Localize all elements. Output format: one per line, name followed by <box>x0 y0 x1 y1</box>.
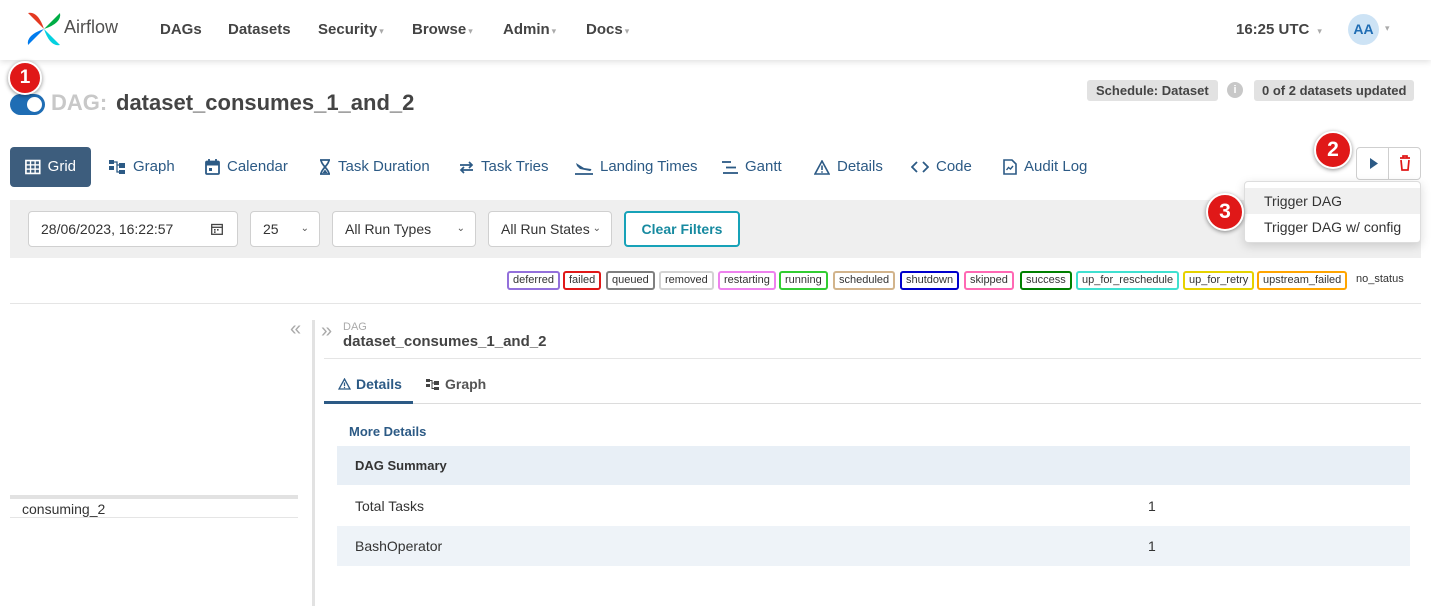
details-dag-label: DAG <box>343 321 367 333</box>
page-title: dataset_consumes_1_and_2 <box>116 90 415 115</box>
tab-task-tries[interactable]: Task Tries <box>459 147 549 187</box>
nav-admin[interactable]: Admin ▾ <box>503 21 556 38</box>
dag-label: DAG: <box>51 90 108 115</box>
user-avatar[interactable]: AA <box>1348 14 1379 45</box>
legend-queued[interactable]: queued <box>606 271 655 290</box>
chevron-down-icon: ▾ <box>1317 26 1322 36</box>
app-name[interactable]: Airflow <box>64 17 118 38</box>
chevron-down-icon[interactable]: ▾ <box>1385 23 1390 34</box>
trigger-dag-button[interactable] <box>1356 147 1389 180</box>
divider <box>324 358 1421 359</box>
legend-success[interactable]: success <box>1020 271 1072 290</box>
expand-right-icon[interactable]: » <box>321 320 332 343</box>
retry-arrows-icon <box>459 160 474 174</box>
legend-scheduled[interactable]: scheduled <box>833 271 896 290</box>
annotation-badge-2: 2 <box>1314 131 1352 169</box>
tab-gantt[interactable]: Gantt <box>722 147 782 187</box>
clear-filters-button[interactable]: Clear Filters <box>624 211 740 247</box>
info-icon[interactable]: i <box>1227 82 1243 98</box>
legend-upstream-failed[interactable]: upstream_failed <box>1257 271 1348 290</box>
nav-dags[interactable]: DAGs <box>160 21 202 38</box>
collapse-left-icon[interactable]: « <box>290 318 301 341</box>
trigger-dropdown-menu: Trigger DAG Trigger DAG w/ config <box>1244 181 1421 243</box>
tab-details[interactable]: Details <box>814 147 883 187</box>
calendar-icon <box>205 159 220 175</box>
chevron-down-icon: ⌄ <box>592 223 601 234</box>
pane-resizer[interactable] <box>312 320 315 606</box>
tab-landing-times[interactable]: Landing Times <box>575 147 698 187</box>
calendar-icon[interactable] <box>211 223 223 235</box>
airflow-logo-icon[interactable] <box>24 9 64 49</box>
tab-calendar[interactable]: Calendar <box>205 147 288 187</box>
menu-item-trigger-dag[interactable]: Trigger DAG <box>1245 188 1420 214</box>
dag-pause-toggle[interactable] <box>10 94 45 115</box>
navbar: Airflow DAGs Datasets Security ▾ Browse ▾ … <box>0 0 1431 60</box>
details-dag-name: dataset_consumes_1_and_2 <box>343 333 547 350</box>
annotation-badge-3: 3 <box>1206 193 1244 231</box>
tab-audit-log[interactable]: Audit Log <box>1003 147 1087 187</box>
nav-datasets[interactable]: Datasets <box>228 21 291 38</box>
annotation-badge-1: 1 <box>8 61 42 95</box>
datasets-status-badge[interactable]: 0 of 2 datasets updated <box>1254 80 1415 101</box>
legend-failed[interactable]: failed <box>563 271 602 290</box>
chevron-down-icon: ▾ <box>624 26 630 36</box>
nav-security[interactable]: Security ▾ <box>318 21 384 38</box>
chevron-down-icon: ⌄ <box>300 223 309 234</box>
tab-grid[interactable]: Grid <box>10 147 91 187</box>
details-tab-details[interactable]: Details <box>338 376 402 392</box>
tab-code[interactable]: Code <box>911 147 972 187</box>
table-row: BashOperator 1 <box>337 526 1410 566</box>
warning-icon <box>338 378 351 390</box>
delete-dag-button[interactable] <box>1388 147 1421 180</box>
active-tab-indicator <box>324 401 413 404</box>
plane-landing-icon <box>575 162 593 175</box>
table-header: DAG Summary <box>337 446 1410 485</box>
legend-restarting[interactable]: restarting <box>718 271 776 290</box>
legend-shutdown[interactable]: shutdown <box>900 271 960 290</box>
legend-skipped[interactable]: skipped <box>964 271 1014 290</box>
code-icon <box>911 161 929 173</box>
legend-up-for-retry[interactable]: up_for_retry <box>1183 271 1255 290</box>
num-runs-select[interactable]: 25 ⌄ <box>250 211 320 247</box>
schedule-badge: Schedule: Dataset <box>1087 80 1218 101</box>
legend-up-for-reschedule[interactable]: up_for_reschedule <box>1076 271 1180 290</box>
play-icon <box>1370 158 1378 169</box>
chevron-down-icon: ▾ <box>379 26 384 36</box>
gantt-icon <box>722 160 738 174</box>
nav-docs[interactable]: Docs ▾ <box>586 21 629 38</box>
tab-graph[interactable]: Graph <box>109 147 175 187</box>
run-types-select[interactable]: All Run Types ⌄ <box>332 211 476 247</box>
chevron-down-icon: ▾ <box>551 26 557 36</box>
run-states-select[interactable]: All Run States ⌄ <box>488 211 612 247</box>
chevron-down-icon: ⌄ <box>456 223 465 234</box>
warning-icon <box>814 159 830 175</box>
more-details-link[interactable]: More Details <box>349 424 426 439</box>
grid-icon <box>25 159 41 175</box>
timezone-selector[interactable]: 16:25 UTC ▾ <box>1236 21 1322 38</box>
graph-icon <box>109 160 125 174</box>
trash-icon <box>1400 155 1410 171</box>
legend-deferred[interactable]: deferred <box>507 271 560 290</box>
divider <box>10 303 1421 304</box>
menu-item-trigger-dag-config[interactable]: Trigger DAG w/ config <box>1245 214 1420 240</box>
tab-divider <box>324 403 1421 404</box>
grid-task-row[interactable]: consuming_2 <box>10 495 298 518</box>
details-tab-graph[interactable]: Graph <box>426 376 486 392</box>
document-icon <box>1003 159 1017 175</box>
legend-removed[interactable]: removed <box>659 271 714 290</box>
legend-no-status[interactable]: no_status <box>1356 273 1404 285</box>
chevron-down-icon: ▾ <box>468 26 473 36</box>
hourglass-icon <box>320 159 330 175</box>
tab-task-duration[interactable]: Task Duration <box>319 147 430 187</box>
graph-icon <box>426 378 439 390</box>
base-date-input[interactable]: 28/06/2023, 16:22:57 <box>28 211 238 247</box>
legend-running[interactable]: running <box>779 271 828 290</box>
nav-browse[interactable]: Browse ▾ <box>412 21 473 38</box>
table-row: Total Tasks 1 <box>355 498 1156 514</box>
